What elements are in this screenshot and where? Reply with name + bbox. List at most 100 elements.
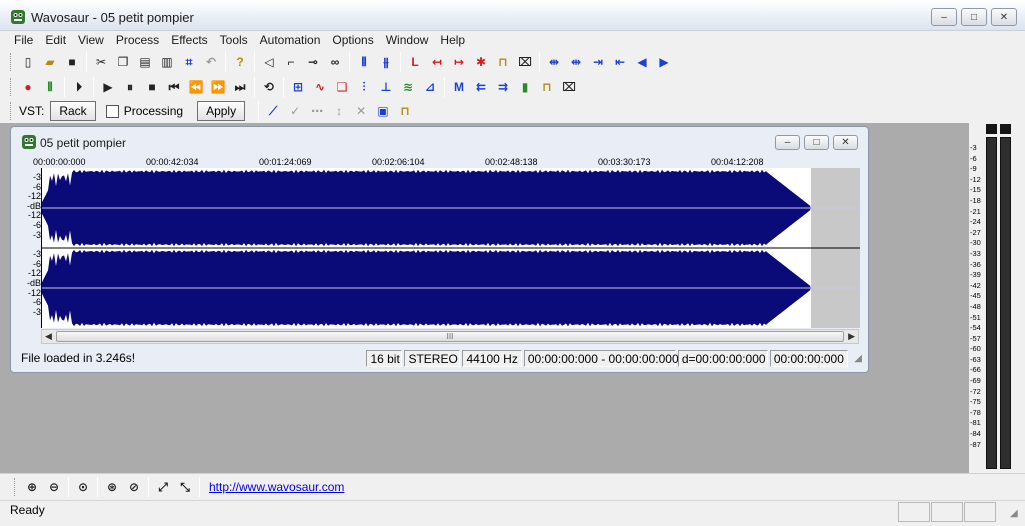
maximize-button[interactable]: □: [961, 8, 987, 26]
window-resize-grip-icon[interactable]: ◢: [1010, 508, 1018, 519]
fade-icon[interactable]: ⊿: [419, 76, 441, 98]
move-left-icon[interactable]: ⇤: [609, 51, 631, 73]
zoom-selection-icon[interactable]: ⤢: [152, 476, 174, 498]
menu-effects[interactable]: Effects: [165, 33, 213, 47]
open-folder-icon[interactable]: ▰: [39, 51, 61, 73]
equalizer-icon[interactable]: ≋: [397, 76, 419, 98]
pause-icon[interactable]: ⏸: [119, 76, 141, 98]
fast-forward-icon[interactable]: ⏩: [207, 76, 229, 98]
marker-prev-icon[interactable]: ⇇: [470, 76, 492, 98]
go-end-icon[interactable]: ⏭: [229, 76, 251, 98]
document-minimize-button[interactable]: –: [775, 135, 800, 150]
record-icon[interactable]: ●: [17, 76, 39, 98]
document-close-button[interactable]: ✕: [833, 135, 858, 150]
toolbar-grip: [10, 102, 13, 120]
automation-curve-icon[interactable]: ⟋: [262, 100, 284, 122]
paste-icon[interactable]: ▤: [134, 51, 156, 73]
go-start-icon[interactable]: ⏮: [163, 76, 185, 98]
wave-normalize-icon[interactable]: ⫴: [353, 51, 375, 73]
menu-file[interactable]: File: [8, 33, 39, 47]
cut-icon[interactable]: ✂: [90, 51, 112, 73]
automation-lock-icon[interactable]: ⊓: [394, 100, 416, 122]
marker-l-icon[interactable]: L: [404, 51, 426, 73]
crop-icon[interactable]: ⌗: [178, 51, 200, 73]
zoom-wave-in-icon[interactable]: ⇼: [543, 51, 565, 73]
zoom-out-icon[interactable]: ⊖: [43, 476, 65, 498]
menu-window[interactable]: Window: [380, 33, 435, 47]
status-bar: [0, 500, 1025, 526]
document-maximize-button[interactable]: □: [804, 135, 829, 150]
normalize-icon[interactable]: ⊥: [375, 76, 397, 98]
marker-next-icon[interactable]: ⇉: [492, 76, 514, 98]
rack-button[interactable]: Rack: [50, 101, 96, 121]
save-icon[interactable]: ■: [61, 51, 83, 73]
trash-icon[interactable]: ⌧: [514, 51, 536, 73]
automation-vertical-icon[interactable]: ↕: [328, 100, 350, 122]
rewind-icon[interactable]: ⏪: [185, 76, 207, 98]
zoom-vertical-in-icon[interactable]: ⊛: [101, 476, 123, 498]
lock-icon[interactable]: ⊓: [492, 51, 514, 73]
wave-split-icon[interactable]: ⫵: [375, 51, 397, 73]
play-from-start-icon[interactable]: ⏵: [68, 76, 90, 98]
envelope-icon[interactable]: ⌐: [280, 51, 302, 73]
marker-center-icon[interactable]: ✱: [470, 51, 492, 73]
menu-help[interactable]: Help: [434, 33, 471, 47]
zoom-fit-icon[interactable]: ⤡: [174, 476, 196, 498]
horizontal-scrollbar[interactable]: ◀ III ▶: [41, 329, 859, 344]
minimize-button[interactable]: –: [931, 8, 957, 26]
arrow-right-icon[interactable]: ▶: [653, 51, 675, 73]
menu-view[interactable]: View: [72, 33, 110, 47]
new-file-icon[interactable]: ▯: [17, 51, 39, 73]
automation-points-icon[interactable]: ⋯: [306, 100, 328, 122]
processing-checkbox[interactable]: [105, 104, 119, 118]
zoom-toolbar: ⊕ ⊖ ⊙ ⊛ ⊘ ⤢ ⤡ http://www.wavosaur.com: [0, 473, 1025, 500]
resize-grip-icon[interactable]: ◢: [854, 353, 862, 364]
link-icon[interactable]: ∞: [324, 51, 346, 73]
loop-icon[interactable]: ⟲: [258, 76, 280, 98]
automation-delete-icon[interactable]: ✕: [350, 100, 372, 122]
timeline-label: 00:04:12:208: [711, 157, 764, 167]
move-right-icon[interactable]: ⇥: [587, 51, 609, 73]
menu-edit[interactable]: Edit: [39, 33, 72, 47]
marker-trash-icon[interactable]: ⌧: [558, 76, 580, 98]
copy-region-icon[interactable]: ❏: [331, 76, 353, 98]
insert-wave-icon[interactable]: ⊞: [287, 76, 309, 98]
zoom-wave-out-icon[interactable]: ⇹: [565, 51, 587, 73]
paste-special-icon[interactable]: ▥: [156, 51, 178, 73]
menu-automation[interactable]: Automation: [254, 33, 327, 47]
speaker-icon[interactable]: ◁: [258, 51, 280, 73]
menu-options[interactable]: Options: [326, 33, 379, 47]
help-icon[interactable]: ?: [229, 51, 251, 73]
marker-m-icon[interactable]: M: [448, 76, 470, 98]
menu-process[interactable]: Process: [110, 33, 165, 47]
region-icon[interactable]: ▮: [514, 76, 536, 98]
timeline-ruler[interactable]: 00:00:00:000 00:00:42:034 00:01:24:069 0…: [33, 157, 859, 168]
menu-tools[interactable]: Tools: [214, 33, 254, 47]
document-window: 05 petit pompier – □ ✕ 00:00:00:000 00:0…: [10, 126, 869, 373]
stop-icon[interactable]: ■: [141, 76, 163, 98]
loop-points-icon[interactable]: ⊸: [302, 51, 324, 73]
zoom-all-icon[interactable]: ⊙: [72, 476, 94, 498]
close-button[interactable]: ✕: [991, 8, 1017, 26]
apply-button[interactable]: Apply: [197, 101, 246, 121]
zoom-vertical-out-icon[interactable]: ⊘: [123, 476, 145, 498]
marker-right-icon[interactable]: ↦: [448, 51, 470, 73]
toolbar-separator: [199, 477, 200, 497]
automation-check-icon[interactable]: ✓: [284, 100, 306, 122]
automation-play-icon[interactable]: ▣: [372, 100, 394, 122]
mix-icon[interactable]: ⫶: [353, 76, 375, 98]
marker-left-icon[interactable]: ↤: [426, 51, 448, 73]
level-meter-icon[interactable]: ⦀: [39, 76, 61, 98]
waveform-view[interactable]: [41, 168, 860, 328]
undo-icon[interactable]: ↶: [200, 51, 222, 73]
scroll-right-icon[interactable]: ▶: [848, 331, 855, 342]
zoom-in-icon[interactable]: ⊕: [21, 476, 43, 498]
scroll-thumb[interactable]: III: [56, 331, 844, 342]
play-icon[interactable]: ▶: [97, 76, 119, 98]
copy-icon[interactable]: ❐: [112, 51, 134, 73]
website-link[interactable]: http://www.wavosaur.com: [209, 480, 344, 494]
waveform-view-icon[interactable]: ∿: [309, 76, 331, 98]
scroll-left-icon[interactable]: ◀: [45, 331, 52, 342]
marker-lock-icon[interactable]: ⊓: [536, 76, 558, 98]
arrow-left-icon[interactable]: ◀: [631, 51, 653, 73]
